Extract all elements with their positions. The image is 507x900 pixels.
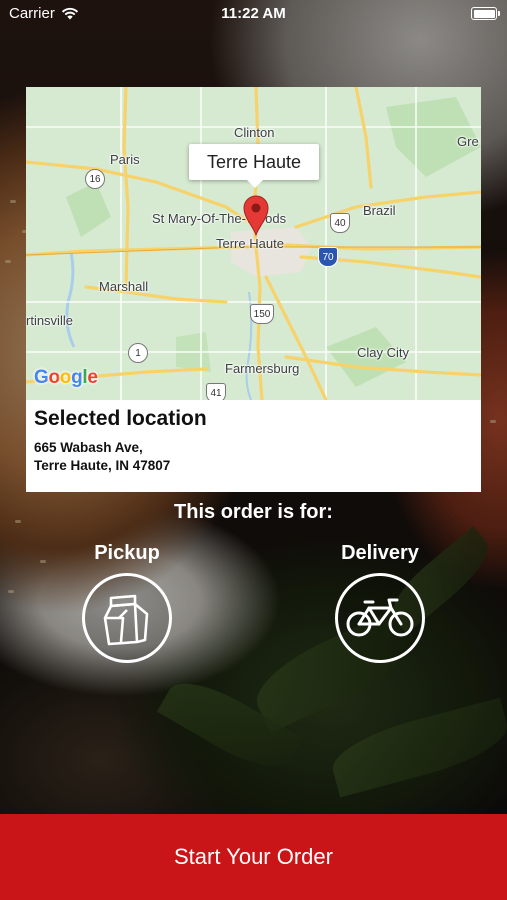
map-label-gre: Gre [457,134,479,149]
route-40-shield: 40 [330,213,350,233]
address-line-2: Terre Haute, IN 47807 [34,458,171,473]
route-1-shield: 1 [128,343,148,363]
map-label-clay-city: Clay City [357,345,410,360]
map-pin-icon[interactable] [242,194,270,236]
selected-location-info: Selected location 665 Wabash Ave, Terre … [26,400,481,475]
route-150-shield: 150 [250,304,274,324]
delivery-label: Delivery [341,542,419,564]
address-line-1: 665 Wabash Ave, [34,440,143,455]
battery-icon [471,7,500,20]
route-16-shield: 16 [85,169,105,189]
start-order-button[interactable]: Start Your Order [0,814,507,900]
map-label-clinton: Clinton [234,125,275,140]
status-time: 11:22 AM [221,5,286,22]
map-label-brazil: Brazil [363,203,396,218]
map-label-farmersburg: Farmersburg [225,361,300,376]
google-logo: Google [34,367,98,388]
interstate-70-shield: 70 [318,247,338,267]
bicycle-icon [346,598,414,637]
delivery-option[interactable]: Delivery [320,542,440,663]
selected-location-title: Selected location [34,407,207,430]
delivery-button[interactable] [335,573,425,663]
map-pin-tooltip[interactable]: Terre Haute [189,144,319,188]
status-bar: Carrier 11:22 AM [0,0,507,28]
map-label-terre-haute: Terre Haute [216,236,284,251]
order-type-prompt: This order is for: [174,501,333,523]
map-label-marshall: Marshall [99,279,149,294]
pickup-label: Pickup [94,542,160,564]
map-label-martinsville: rtinsville [26,313,73,328]
pickup-option[interactable]: Pickup [67,542,187,663]
map-label-paris: Paris [110,152,140,167]
pickup-button[interactable] [82,573,172,663]
route-41-shield: 41 [206,383,226,400]
map-view[interactable]: Clinton Paris Gre Brazil St Mary-Of-The-… [26,87,481,400]
shopping-bag-icon [103,594,149,646]
location-card: Clinton Paris Gre Brazil St Mary-Of-The-… [26,87,481,492]
